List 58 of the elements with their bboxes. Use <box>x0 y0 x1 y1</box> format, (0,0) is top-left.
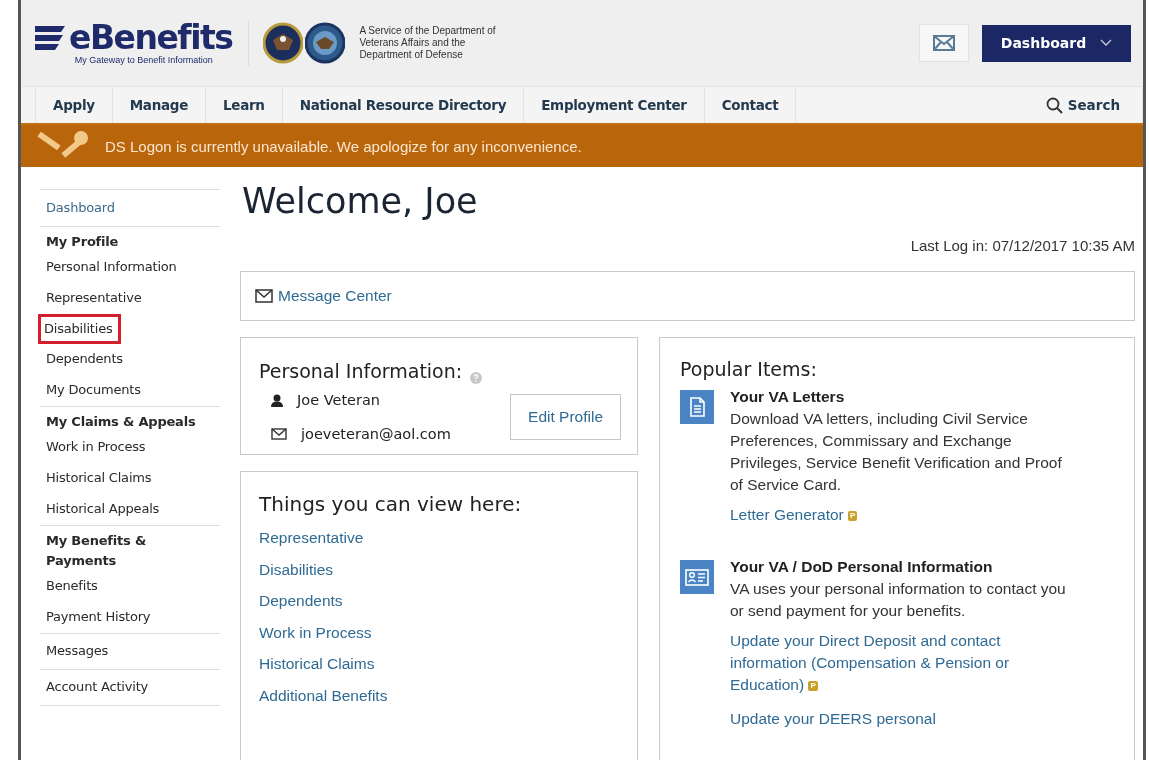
item-title: Your VA Letters <box>730 388 846 406</box>
card-title: Things you can view here: <box>259 492 522 516</box>
document-icon <box>680 390 714 424</box>
sidebar-link[interactable]: Work in Process <box>40 432 152 463</box>
last-login-text: Last Log in: 07/12/2017 10:35 AM <box>909 237 1135 254</box>
message-center-link[interactable]: Message Center <box>255 287 392 305</box>
badge: P <box>808 680 818 691</box>
sidebar-link[interactable]: Disabilities <box>38 314 121 344</box>
person-icon <box>271 393 283 407</box>
service-text: A Service of the Department of Veterans Affairs and the Department of Defense <box>359 25 497 61</box>
view-link[interactable]: Work in Process <box>259 616 372 648</box>
item-link[interactable]: Update your DEERS personal <box>730 708 1070 730</box>
view-link[interactable]: Historical Claims <box>259 648 375 680</box>
view-link[interactable]: Dependents <box>259 585 343 617</box>
item-description: VA uses your personal information to contact you or send payment for your benefits. <box>730 579 1067 621</box>
item-link[interactable]: Letter Generator P <box>730 504 1070 526</box>
edit-profile-button[interactable]: Edit Profile <box>510 394 621 440</box>
item-description: Download VA letters, including Civil Service Preferences, Commissary and Exchange Privileges, Service Benefit Verification and Proof of Service Card. <box>730 409 1063 495</box>
item-link[interactable]: Update your Direct Deposit and contact information (Compensation & Pension or Education) P <box>730 630 1070 696</box>
sidebar-link[interactable]: Historical Appeals <box>40 494 166 525</box>
chevron-down-icon <box>1100 39 1113 47</box>
sidebar-link[interactable]: My Documents <box>40 375 147 406</box>
sidebar-link[interactable]: Dependents <box>40 344 129 375</box>
sidebar-link[interactable]: Messages <box>40 633 220 669</box>
view-link[interactable]: Disabilities <box>259 553 334 585</box>
sidebar-link[interactable]: Historical Claims <box>40 463 158 494</box>
user-email: joeveteran@aol.com <box>301 426 451 442</box>
stripes-icon <box>35 24 67 52</box>
search-icon <box>1045 96 1063 114</box>
seal-icon <box>305 22 346 64</box>
card-title: Personal Information: <box>259 360 463 382</box>
card-title: Popular Items: <box>680 358 818 380</box>
mail-icon <box>933 35 955 51</box>
sidebar-link[interactable]: Payment History <box>40 602 157 633</box>
dashboard-button[interactable]: Dashboard <box>982 24 1131 62</box>
item-title: Your VA / DoD Personal Information <box>730 558 994 576</box>
seal-icon <box>263 22 304 64</box>
sidebar-link[interactable]: Account Activity <box>40 669 220 705</box>
sidebar-heading: My Profile <box>40 226 220 252</box>
view-link[interactable]: Representative <box>259 522 364 554</box>
sidebar-heading: My Claims & Appeals <box>40 406 220 432</box>
sidebar-link[interactable]: Representative <box>40 283 148 314</box>
user-name: Joe Veteran <box>297 392 381 408</box>
mail-icon <box>271 428 287 440</box>
messages-button[interactable] <box>919 24 969 62</box>
sidebar-heading: My Benefits & Payments <box>40 525 220 571</box>
logo-tagline: My Gateway to Benefit Information <box>74 55 213 65</box>
sidebar-link[interactable]: Benefits <box>40 571 104 602</box>
mail-icon <box>255 289 273 303</box>
sidebar-link[interactable]: Personal Information <box>40 252 183 283</box>
page-title: Welcome, Joe <box>242 181 479 221</box>
badge: P <box>848 510 858 521</box>
view-link[interactable]: Additional Benefits <box>259 679 388 711</box>
sidebar-link[interactable]: Dashboard <box>40 189 220 226</box>
id-card-icon <box>680 560 714 594</box>
logo[interactable]: eBenefits <box>69 21 233 55</box>
alert-message: DS Logon is currently unavailable. We apologize for any inconvenience. <box>105 137 582 155</box>
help-icon <box>470 372 483 384</box>
